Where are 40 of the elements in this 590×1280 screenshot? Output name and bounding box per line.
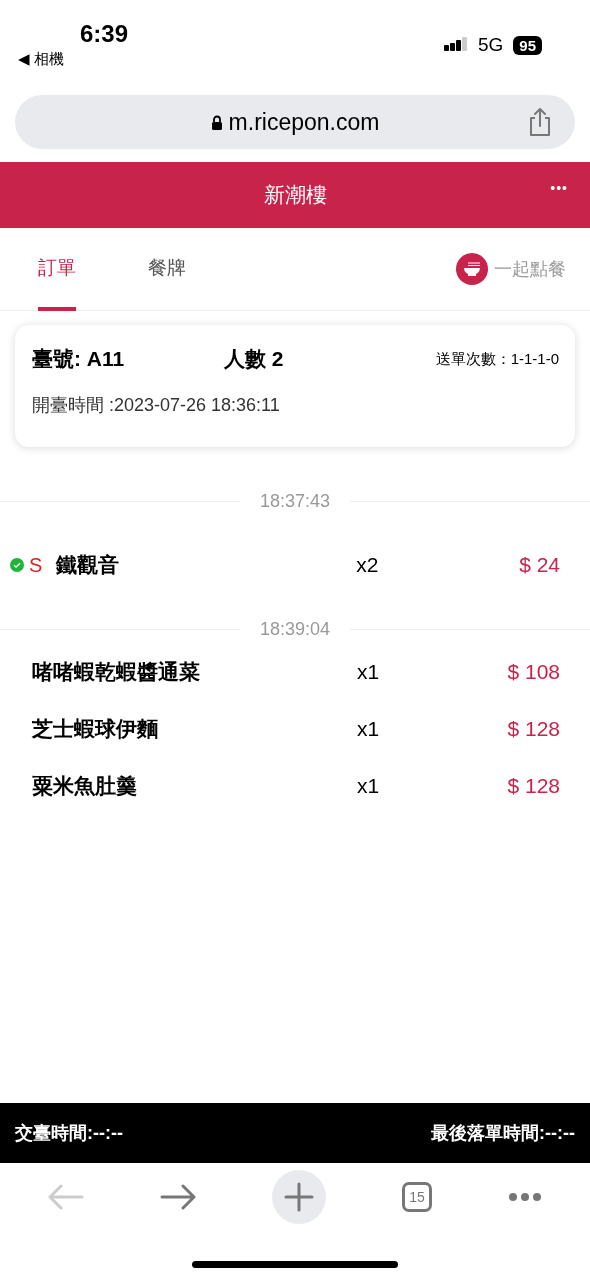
tab-count-button[interactable]: 15 <box>402 1182 432 1212</box>
back-to-app-link[interactable]: ◀ 相機 <box>18 50 129 69</box>
item-price: $ 128 <box>507 716 560 741</box>
item-quantity: x2 <box>356 553 380 577</box>
item-price: $ 128 <box>507 773 560 798</box>
share-icon[interactable] <box>527 107 553 137</box>
network-label: 5G <box>477 34 504 56</box>
order-timestamp: 18:37:43 <box>259 490 331 512</box>
item-quantity: x1 <box>357 773 381 798</box>
tab[interactable]: 訂單 <box>38 227 76 311</box>
submission-count: 送單次數：1-1-1-0 <box>435 349 559 369</box>
item-name: 芝士蝦球伊麵 <box>32 715 159 742</box>
forward-arrow-icon[interactable] <box>160 1184 196 1210</box>
more-menu-button[interactable]: ••• <box>550 180 568 196</box>
signal-icon <box>443 37 468 53</box>
restaurant-title: 新潮樓 <box>263 182 327 208</box>
item-tag: S <box>29 553 43 577</box>
clock-time: 6:39 <box>80 20 129 48</box>
bowl-icon[interactable] <box>456 253 488 285</box>
tab[interactable]: 餐牌 <box>148 227 186 311</box>
item-quantity: x1 <box>357 659 381 684</box>
more-icon[interactable] <box>508 1192 542 1202</box>
order-together-button[interactable]: 一起點餐 <box>494 257 566 281</box>
new-tab-button[interactable] <box>272 1170 326 1224</box>
item-price: $ 24 <box>519 553 560 577</box>
order-timestamp: 18:39:04 <box>259 618 331 640</box>
guest-count: 人數 2 <box>224 346 285 372</box>
item-price: $ 108 <box>507 659 560 684</box>
item-name: 啫啫蝦乾蝦醬通菜 <box>32 658 201 685</box>
url-text: m.ricepon.com <box>228 108 380 136</box>
item-name: 粟米魚肚羹 <box>32 772 138 799</box>
address-bar[interactable]: m.ricepon.com <box>15 95 575 149</box>
last-order-time: 最後落單時間:--:-- <box>431 1122 575 1145</box>
open-time: 開臺時間 :2023-07-26 18:36:11 <box>32 394 281 417</box>
item-quantity: x1 <box>357 716 381 741</box>
lock-icon <box>210 114 223 130</box>
handover-time: 交臺時間:--:-- <box>15 1122 123 1145</box>
table-number: 臺號: A11 <box>32 346 126 372</box>
battery-level: 95 <box>513 35 542 55</box>
item-name: 鐵觀音 <box>56 552 121 578</box>
